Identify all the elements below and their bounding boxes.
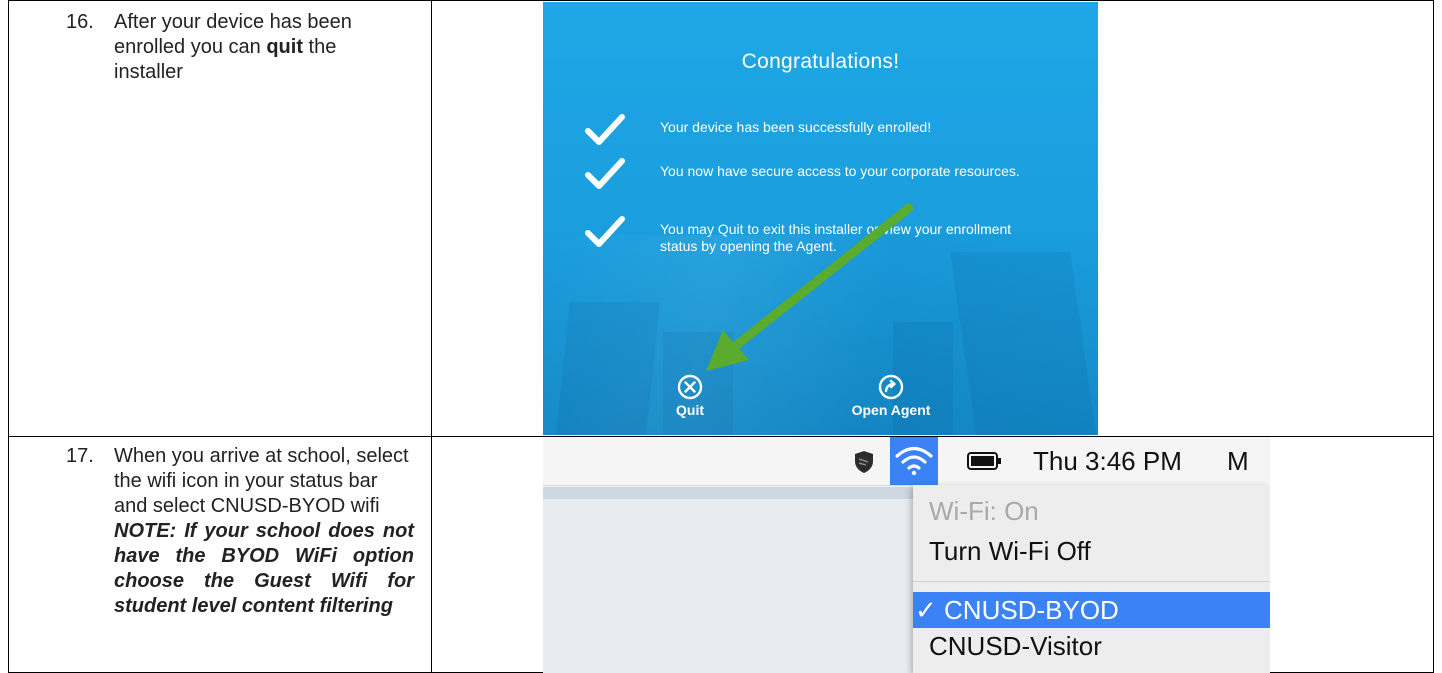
menubar-clock[interactable]: Thu 3:46 PM (1033, 437, 1182, 485)
green-arrow-annotation (706, 203, 914, 371)
network-item-cnusd-visitor[interactable]: CNUSD-Visitor (913, 628, 1270, 664)
table-column-divider (431, 0, 432, 673)
menu-bar: Thu 3:46 PM M (543, 437, 1270, 486)
turn-wifi-off-item[interactable]: Turn Wi-Fi Off (913, 533, 1270, 569)
step-text: When you arrive at school, select the wi… (114, 445, 414, 617)
selected-check-icon: ✓ (915, 595, 937, 625)
menubar-truncated-item[interactable]: M (1227, 437, 1249, 485)
enrollment-screenshot: Congratulations! Your device has been su… (543, 2, 1098, 435)
network-name: CNUSD-BYOD (944, 595, 1119, 625)
wifi-dropdown-menu: Wi-Fi: On Turn Wi-Fi Off ✓ CNUSD-BYOD CN… (913, 485, 1270, 673)
battery-icon (967, 452, 1001, 470)
quit-emphasis: quit (266, 36, 303, 58)
wifi-menu-screenshot: Thu 3:46 PM M Wi-Fi: On Turn Wi-Fi Off ✓… (543, 437, 1270, 673)
network-item-cnusd-byod[interactable]: ✓ CNUSD-BYOD (913, 592, 1270, 628)
shield-icon[interactable] (853, 450, 875, 474)
step-text: After your device has been enrolled you … (114, 11, 352, 83)
step-note: NOTE: If your school does not have the B… (114, 520, 414, 617)
table-left-border (8, 0, 9, 673)
wifi-status: Wi-Fi: On (929, 496, 1039, 526)
table-top-border (8, 0, 1434, 1)
table-right-border (1433, 0, 1434, 673)
step-number: 17. (66, 445, 94, 467)
menu-separator (913, 581, 1270, 582)
wifi-icon[interactable] (894, 445, 934, 477)
step-number: 16. (66, 11, 94, 33)
